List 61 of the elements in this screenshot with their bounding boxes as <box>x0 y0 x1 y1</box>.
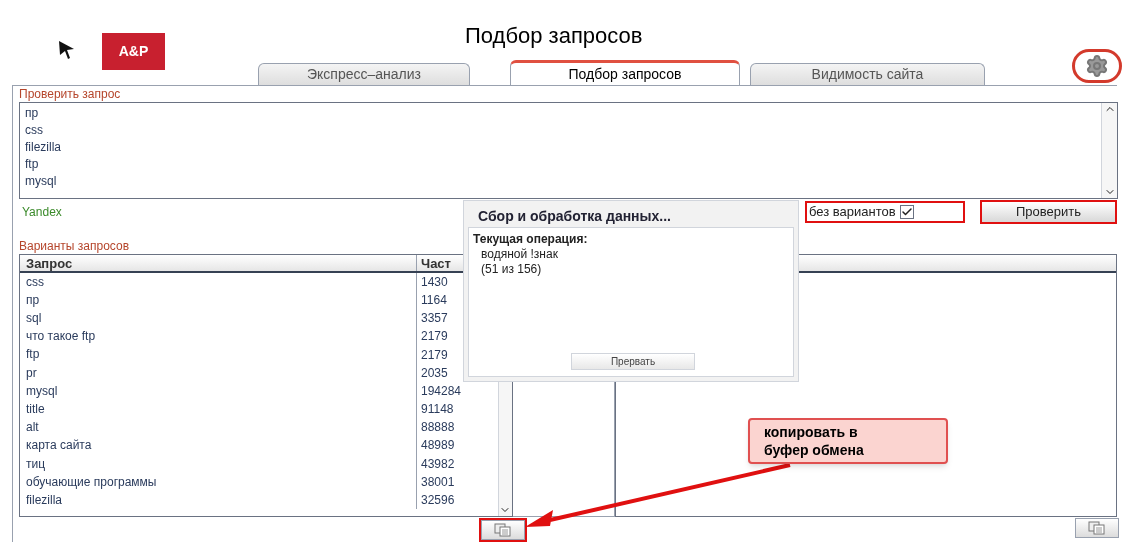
dialog-title: Сбор и обработка данных... <box>477 207 672 226</box>
query-textarea[interactable]: пр css filezilla ftp mysql <box>19 102 1118 199</box>
table-cell-text: 38001 <box>420 473 456 491</box>
table-cell-text: 48989 <box>420 437 456 455</box>
tab[interactable]: Экспресс–анализ <box>258 63 470 85</box>
abort-button[interactable]: Прервать <box>571 353 695 370</box>
query-line: пр <box>25 105 40 122</box>
callout-text: буфер обмена <box>764 441 865 459</box>
logo: A&P <box>102 33 165 70</box>
tab[interactable]: Подбор запросов <box>510 60 740 85</box>
table-cell-text: 2179 <box>420 346 449 364</box>
settings-icon <box>1085 54 1109 78</box>
table-cell-text: 1430 <box>420 273 449 291</box>
query-line: mysql <box>25 173 58 190</box>
table-cell-text: 32596 <box>420 492 456 510</box>
table-cell-text: 2035 <box>420 364 449 382</box>
section-label: Варианты запросов <box>19 238 129 254</box>
table-cell: обучающие программы <box>20 472 417 491</box>
section-label: Проверить запрос <box>19 86 121 102</box>
table-cell-text: 88888 <box>420 419 456 437</box>
column-header[interactable]: Запрос <box>20 254 417 271</box>
table-cell: ftp <box>20 345 417 364</box>
table-cell: пр <box>20 290 417 310</box>
checkbox[interactable] <box>899 204 914 219</box>
copy-button[interactable] <box>481 520 525 540</box>
callout-text: копировать в <box>764 423 859 441</box>
table-cell: mysql <box>20 381 417 400</box>
operation-label: Текущая операция: <box>473 232 589 247</box>
query-line: filezilla <box>25 139 62 156</box>
table-cell: title <box>20 400 417 419</box>
table-cell: css <box>20 272 417 291</box>
table-cell-text: 91148 <box>420 401 455 419</box>
table-cell: pr <box>20 363 417 382</box>
table-cell: что такое ftp <box>20 327 417 346</box>
table-cell: alt <box>20 418 417 437</box>
table-cell-text: 1164 <box>420 291 448 309</box>
table-cell: filezilla <box>20 490 417 510</box>
table-cell: sql <box>20 309 417 328</box>
progress-counter: (51 из 156) <box>480 262 543 277</box>
settings-button[interactable] <box>1072 49 1122 83</box>
query-line: ftp <box>25 156 40 173</box>
checkbox-label: без вариантов <box>809 202 896 221</box>
table-cell: тиц <box>20 454 417 473</box>
tab[interactable]: Видимость сайта <box>750 63 985 85</box>
copy-icon <box>494 523 512 537</box>
page-title: Подбор запросов <box>465 22 643 50</box>
check-button[interactable]: Проверить <box>980 199 1117 224</box>
scrollbar[interactable] <box>1101 103 1117 198</box>
cursor-icon <box>58 40 76 60</box>
query-line: css <box>25 122 44 139</box>
copy-icon <box>1088 521 1106 535</box>
table-cell-text: 3357 <box>420 310 449 328</box>
table-cell: карта сайта <box>20 436 417 455</box>
search-engine-label: Yandex <box>22 203 62 221</box>
operation-name: водяной !знак <box>480 247 559 262</box>
table-cell-text: 194284 <box>420 382 463 400</box>
table-cell-text: 43982 <box>420 455 456 473</box>
copy-button[interactable] <box>1075 518 1119 538</box>
check-icon <box>900 205 913 218</box>
no-variants-checkbox[interactable]: без вариантов <box>805 200 965 223</box>
table-cell-text: 2179 <box>420 328 449 346</box>
